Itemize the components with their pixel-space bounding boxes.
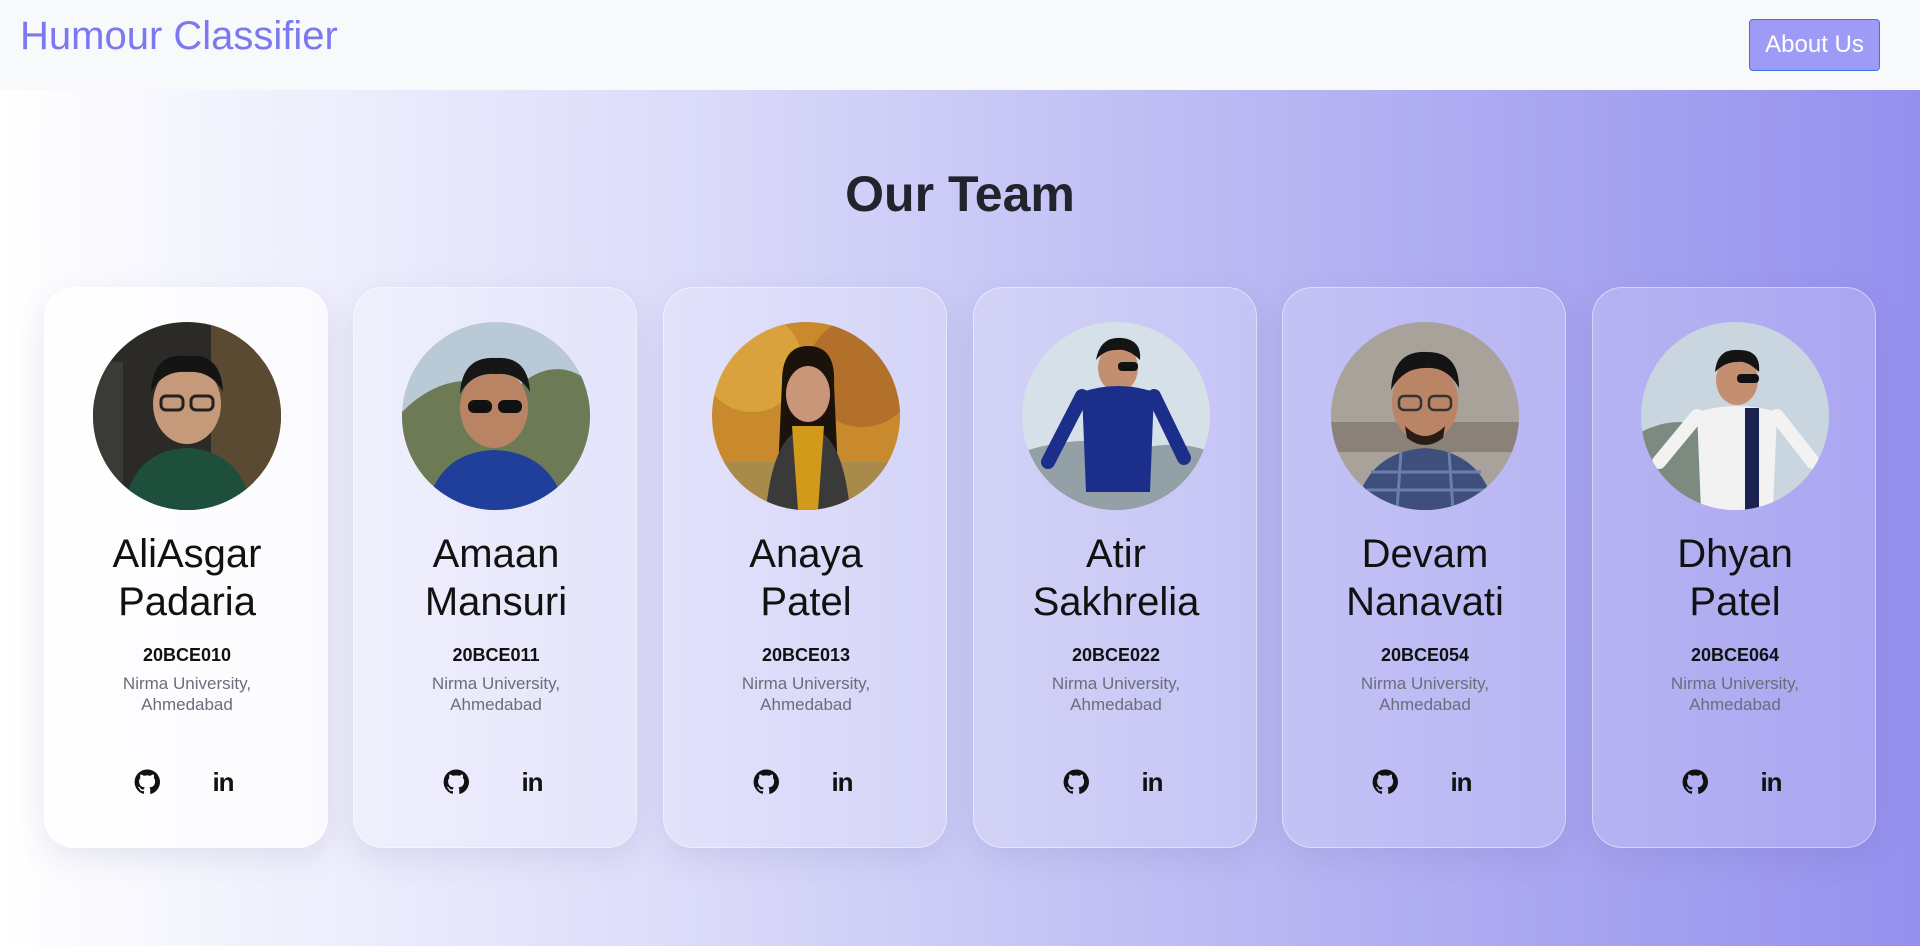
avatar-photo (1641, 322, 1829, 510)
university-line: Nirma University, (741, 674, 871, 693)
linkedin-link[interactable]: in (209, 766, 237, 797)
university-line: Nirma University, (1360, 674, 1490, 693)
member-name-line: Patel (1689, 580, 1781, 624)
page-title: Our Team (845, 166, 1075, 222)
team-card: Atir Sakhrelia 20BCE022 Nirma University… (973, 287, 1257, 848)
linkedin-icon: in (521, 766, 543, 797)
github-link[interactable] (752, 768, 780, 796)
avatar (712, 322, 900, 510)
linkedin-link[interactable]: in (518, 766, 546, 797)
roll-number: 20BCE010 (142, 645, 232, 665)
avatar-photo (402, 322, 590, 510)
avatar (1022, 322, 1210, 510)
university: Nirma University, Ahmedabad (384, 673, 608, 715)
github-icon (1372, 769, 1398, 794)
member-name-line: Sakhrelia (1032, 580, 1200, 624)
avatar-photo (1022, 322, 1210, 510)
linkedin-link[interactable]: in (1138, 766, 1166, 797)
university-line: Ahmedabad (760, 695, 852, 714)
github-link[interactable] (1062, 768, 1090, 796)
member-name: Devam Nanavati (1293, 530, 1557, 626)
linkedin-link[interactable]: in (828, 766, 856, 797)
avatar (1641, 322, 1829, 510)
team-card: Amaan Mansuri 20BCE011 Nirma University,… (353, 287, 637, 848)
member-name-line: Amaan (432, 532, 560, 576)
member-name-line: Devam (1361, 532, 1489, 576)
member-name-line: Atir (1086, 532, 1146, 576)
member-name: Dhyan Patel (1603, 530, 1867, 626)
github-link[interactable] (133, 768, 161, 796)
roll-number: 20BCE011 (452, 645, 540, 665)
github-icon (753, 769, 779, 794)
avatar (402, 322, 590, 510)
brand-title[interactable]: Humour Classifier (20, 14, 338, 59)
university-line: Ahmedabad (1689, 695, 1781, 714)
university: Nirma University, Ahmedabad (1623, 673, 1847, 715)
member-name-line: Patel (760, 580, 852, 624)
github-icon (443, 769, 469, 794)
university-line: Nirma University, (1051, 674, 1181, 693)
avatar (1331, 322, 1519, 510)
github-link[interactable] (442, 768, 470, 796)
member-name-line: Nanavati (1346, 580, 1504, 624)
team-card: Dhyan Patel 20BCE064 Nirma University, A… (1592, 287, 1876, 848)
linkedin-link[interactable]: in (1757, 766, 1785, 797)
github-icon (1682, 769, 1708, 794)
linkedin-icon: in (1760, 766, 1782, 797)
avatar (93, 322, 281, 510)
member-name-line: Dhyan (1677, 532, 1793, 576)
member-name: Amaan Mansuri (364, 530, 628, 626)
member-name-line: Padaria (118, 580, 256, 624)
university-line: Ahmedabad (1379, 695, 1471, 714)
navbar: Humour Classifier About Us (0, 0, 1920, 90)
member-name-line: Mansuri (424, 580, 568, 624)
github-icon (1063, 769, 1089, 794)
github-link[interactable] (1371, 768, 1399, 796)
university-line: Ahmedabad (450, 695, 542, 714)
roll-number: 20BCE054 (1380, 645, 1470, 665)
team-card: AliAsgar Padaria 20BCE010 Nirma Universi… (44, 287, 328, 848)
github-icon (134, 769, 160, 794)
linkedin-icon: in (1141, 766, 1163, 797)
university: Nirma University, Ahmedabad (1004, 673, 1228, 715)
member-name: AliAsgar Padaria (55, 530, 319, 626)
team-card: Anaya Patel 20BCE013 Nirma University, A… (663, 287, 947, 848)
linkedin-icon: in (831, 766, 853, 797)
university-line: Nirma University, (431, 674, 561, 693)
member-name-line: AliAsgar (112, 532, 262, 576)
avatar-photo (712, 322, 900, 510)
about-us-button[interactable]: About Us (1749, 19, 1880, 71)
member-name: Atir Sakhrelia (984, 530, 1248, 626)
linkedin-link[interactable]: in (1447, 766, 1475, 797)
university-line: Ahmedabad (1070, 695, 1162, 714)
university: Nirma University, Ahmedabad (1313, 673, 1537, 715)
linkedin-icon: in (212, 766, 234, 797)
university-line: Ahmedabad (141, 695, 233, 714)
university-line: Nirma University, (122, 674, 252, 693)
github-link[interactable] (1681, 768, 1709, 796)
roll-number: 20BCE064 (1690, 645, 1780, 665)
roll-number: 20BCE022 (1071, 645, 1161, 665)
member-name-line: Anaya (749, 532, 863, 576)
university: Nirma University, Ahmedabad (75, 673, 299, 715)
university: Nirma University, Ahmedabad (694, 673, 918, 715)
avatar-photo (1331, 322, 1519, 510)
linkedin-icon: in (1450, 766, 1472, 797)
avatar-photo (93, 322, 281, 510)
roll-number: 20BCE013 (761, 645, 851, 665)
member-name: Anaya Patel (674, 530, 938, 626)
team-card: Devam Nanavati 20BCE054 Nirma University… (1282, 287, 1566, 848)
university-line: Nirma University, (1670, 674, 1800, 693)
